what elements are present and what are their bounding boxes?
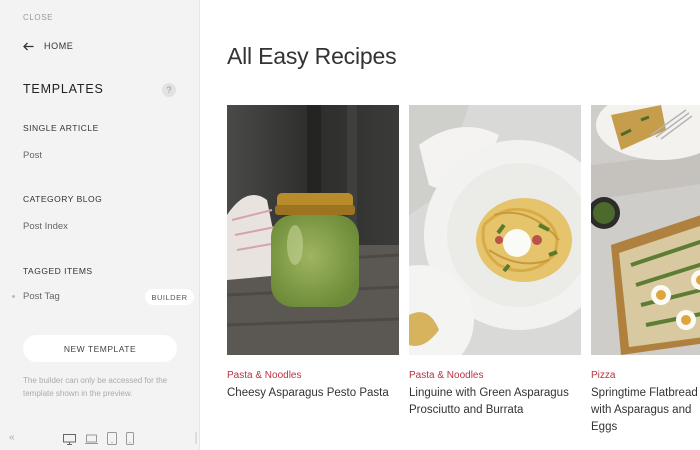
preview-pane: All Easy Recipes Pasta & Noodles Cheesy … bbox=[200, 0, 700, 450]
template-item-post-index[interactable]: Post Index bbox=[23, 221, 68, 232]
device-preview-switcher bbox=[63, 432, 134, 450]
recipe-title[interactable]: Springtime Flatbread with Asparagus and … bbox=[591, 385, 700, 436]
linguine-plate-photo[interactable] bbox=[409, 105, 581, 355]
flatbread-photo[interactable] bbox=[591, 105, 700, 355]
home-label: HOME bbox=[44, 41, 74, 51]
recipe-category[interactable]: Pasta & Noodles bbox=[227, 370, 399, 381]
section-tagged-items: TAGGED ITEMS bbox=[23, 266, 93, 276]
recipe-card[interactable]: Pizza Springtime Flatbread with Asparagu… bbox=[591, 105, 700, 436]
phone-icon[interactable] bbox=[126, 432, 134, 450]
section-single-article: SINGLE ARTICLE bbox=[23, 123, 99, 133]
desktop-icon[interactable] bbox=[63, 432, 76, 450]
active-indicator-dot bbox=[12, 295, 15, 298]
recipe-title[interactable]: Cheesy Asparagus Pesto Pasta bbox=[227, 385, 399, 402]
new-template-button[interactable]: NEW TEMPLATE bbox=[23, 335, 177, 362]
recipe-card[interactable]: Pasta & Noodles Linguine with Green Aspa… bbox=[409, 105, 581, 419]
template-sidebar: CLOSE HOME TEMPLATES ? SINGLE ARTICLE Po… bbox=[0, 0, 200, 450]
recipe-card[interactable]: Pasta & Noodles Cheesy Asparagus Pesto P… bbox=[227, 105, 399, 402]
collapse-sidebar-button[interactable]: « bbox=[9, 432, 15, 443]
resize-handle[interactable] bbox=[195, 432, 197, 444]
page-title: All Easy Recipes bbox=[227, 43, 397, 69]
section-category-blog: CATEGORY BLOG bbox=[23, 194, 103, 204]
templates-heading: TEMPLATES bbox=[23, 82, 104, 96]
recipe-title[interactable]: Linguine with Green Asparagus Prosciutto… bbox=[409, 385, 581, 419]
tablet-icon[interactable] bbox=[107, 432, 117, 450]
builder-button[interactable]: BUILDER bbox=[145, 289, 194, 305]
help-icon[interactable]: ? bbox=[162, 83, 176, 97]
pesto-jar-photo[interactable] bbox=[227, 105, 399, 355]
builder-note: The builder can only be accessed for the… bbox=[23, 376, 168, 398]
recipe-title-line: Springtime Flatbread with Asparagus and … bbox=[591, 387, 698, 433]
home-link[interactable]: HOME bbox=[23, 41, 73, 51]
template-item-post-tag[interactable]: Post Tag bbox=[23, 291, 60, 302]
template-item-post[interactable]: Post bbox=[23, 150, 42, 161]
recipe-category[interactable]: Pasta & Noodles bbox=[409, 370, 581, 381]
laptop-icon[interactable] bbox=[85, 432, 98, 450]
recipe-category[interactable]: Pizza bbox=[591, 370, 700, 381]
arrow-left-icon bbox=[23, 42, 34, 50]
close-link[interactable]: CLOSE bbox=[23, 13, 53, 22]
